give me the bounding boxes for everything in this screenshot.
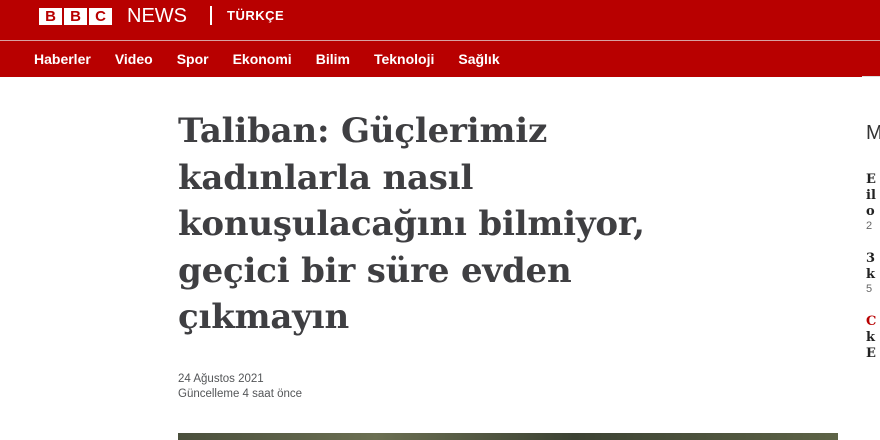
headline-line: çıkmayın: [178, 297, 349, 337]
sidebar-link[interactable]: k: [866, 330, 875, 345]
bbc-logo[interactable]: B B C: [39, 8, 112, 25]
sidebar-link[interactable]: E: [866, 346, 876, 361]
headline-line: geçici bir süre evden: [178, 250, 572, 291]
article-headline: Taliban: Güçlerimiz kadınlarla nasıl kon…: [178, 108, 758, 341]
headline-line: kadınlarla nasıl: [178, 157, 474, 198]
sidebar-link[interactable]: k: [866, 267, 875, 282]
article-header: Taliban: Güçlerimiz kadınlarla nasıl kon…: [178, 108, 758, 341]
masthead: B B C NEWS TÜRKÇE: [0, 0, 880, 40]
article-date: 24 Ağustos 2021: [178, 373, 264, 385]
main-navigation: Haberler Video Spor Ekonomi Bilim Teknol…: [0, 41, 880, 77]
nav-item-spor[interactable]: Spor: [177, 51, 209, 67]
sidebar-link[interactable]: o: [866, 204, 875, 219]
logo-block-c: C: [89, 8, 112, 25]
nav-item-haberler[interactable]: Haberler: [34, 51, 91, 67]
sidebar-timestamp: 2: [866, 220, 873, 232]
sidebar-divider: [862, 76, 880, 77]
logo-block-b2: B: [64, 8, 87, 25]
article-meta: 24 Ağustos 2021 Güncelleme 4 saat önce: [178, 372, 302, 402]
hero-image: [178, 433, 838, 440]
headline-line: konuşulacağını bilmiyor,: [178, 204, 645, 244]
sidebar-heading: M: [866, 122, 880, 144]
nav-item-ekonomi[interactable]: Ekonomi: [233, 51, 292, 67]
article-updated: Güncelleme 4 saat önce: [178, 388, 303, 400]
nav-list: Haberler Video Spor Ekonomi Bilim Teknol…: [34, 41, 524, 77]
sidebar-timestamp: 5: [866, 283, 873, 295]
nav-item-teknoloji[interactable]: Teknoloji: [374, 51, 434, 67]
headline-line: Taliban: Güçlerimiz: [178, 111, 548, 151]
brand-name[interactable]: NEWS: [127, 5, 187, 27]
sidebar-link[interactable]: E: [866, 172, 876, 187]
sidebar-link[interactable]: 3: [866, 251, 875, 266]
brand-subtitle[interactable]: TÜRKÇE: [227, 8, 284, 23]
sidebar-link[interactable]: C: [866, 314, 876, 329]
nav-item-video[interactable]: Video: [115, 51, 153, 67]
brand-divider: [210, 6, 212, 25]
sidebar-link[interactable]: il: [866, 188, 876, 203]
nav-item-saglik[interactable]: Sağlık: [458, 51, 499, 67]
nav-item-bilim[interactable]: Bilim: [316, 51, 350, 67]
logo-block-b1: B: [39, 8, 62, 25]
